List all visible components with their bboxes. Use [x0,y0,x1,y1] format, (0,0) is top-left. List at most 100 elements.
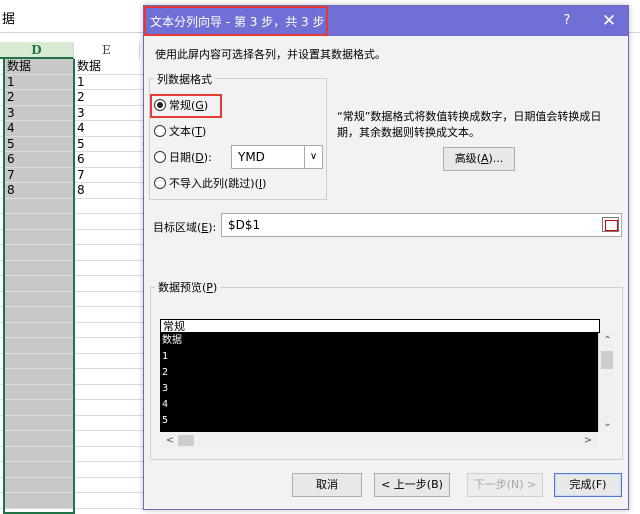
cell-e[interactable]: 数据 [74,59,144,74]
preview-column-header[interactable]: 常规 [160,319,600,333]
cell-e[interactable] [74,415,144,430]
advanced-button-label: 高级 [454,152,477,165]
cell-e[interactable] [74,291,144,306]
instruction-text: 使用此屏内容可选择各列，并设置其数据格式。 [155,48,386,61]
cell-e[interactable]: 5 [74,136,144,151]
format-group-legend: 列数据格式 [154,71,215,87]
column-header-d[interactable]: D [0,42,74,59]
cell-e[interactable]: 7 [74,167,144,182]
radio-date-label: 日期 [169,151,191,164]
text-to-columns-dialog: 文本分列向导 - 第 3 步，共 3 步 ? ✕ 使用此屏内容可选择各列，并设置… [143,5,629,510]
advanced-button[interactable]: 高级(A)... [443,147,515,171]
cell-e[interactable] [74,446,144,461]
radio-skip-icon[interactable] [154,177,166,189]
radio-text-icon[interactable] [154,125,166,137]
vertical-scroll-thumb[interactable] [601,351,613,369]
cell-d[interactable] [4,198,74,213]
cell-d[interactable] [4,462,74,477]
cell-d[interactable] [4,353,74,368]
cell-d[interactable] [4,245,74,260]
cancel-button[interactable]: 取消 [292,473,362,497]
radio-date[interactable]: 日期(D): [154,150,212,166]
date-format-select[interactable]: YMD ∨ [231,145,323,169]
cell-d[interactable]: 4 [4,121,74,136]
cell-d[interactable] [4,214,74,229]
cell-d[interactable]: 3 [4,105,74,120]
radio-skip[interactable]: 不导入此列(跳过)(I) [154,176,266,192]
cell-d[interactable] [4,493,74,508]
advanced-accesskey: A [480,152,489,165]
preview-vertical-scrollbar[interactable]: ⌃ ⌄ [598,333,615,432]
back-button[interactable]: < 上一步(B) [374,473,450,497]
cell-d[interactable]: 2 [4,90,74,105]
cell-e[interactable] [74,369,144,384]
cell-e[interactable] [74,431,144,446]
horizontal-scroll-thumb[interactable] [178,435,194,446]
cell-d[interactable] [4,276,74,291]
scroll-up-icon[interactable]: ⌃ [599,333,616,349]
finish-button[interactable]: 完成(F) [554,473,622,497]
chevron-down-icon[interactable]: ∨ [304,146,322,168]
cell-e[interactable] [74,214,144,229]
cell-d[interactable] [4,384,74,399]
sheet-row [0,198,145,214]
cell-e[interactable]: 4 [74,121,144,136]
sheet-row [0,214,145,230]
cell-e[interactable]: 3 [74,105,144,120]
cell-e[interactable]: 6 [74,152,144,167]
cell-d[interactable] [4,446,74,461]
cell-d[interactable] [4,260,74,275]
preview-horizontal-scrollbar[interactable]: < > [160,432,598,449]
sheet-row [0,431,145,447]
cell-d[interactable] [4,229,74,244]
column-header-e[interactable]: E [74,42,140,59]
cell-e[interactable] [74,400,144,415]
cell-e[interactable] [74,477,144,492]
cell-e[interactable] [74,338,144,353]
cell-d[interactable] [4,322,74,337]
cell-e[interactable] [74,307,144,322]
radio-text[interactable]: 文本(T) [154,124,206,140]
cell-e[interactable]: 1 [74,74,144,89]
cell-d[interactable]: 8 [4,183,74,198]
next-button[interactable]: 下一步(N) > [467,473,543,497]
cell-d[interactable]: 数据 [4,59,74,74]
radio-text-accesskey: T [195,125,203,138]
cell-e[interactable] [74,276,144,291]
cell-d[interactable]: 6 [4,152,74,167]
cell-e[interactable] [74,198,144,213]
cell-e[interactable] [74,229,144,244]
cell-d[interactable] [4,415,74,430]
cell-e[interactable] [74,353,144,368]
cell-d[interactable]: 1 [4,74,74,89]
dialog-titlebar[interactable]: 文本分列向导 - 第 3 步，共 3 步 ? ✕ [144,6,628,36]
preview-line: 3 [162,383,169,394]
cell-d[interactable] [4,431,74,446]
cell-d[interactable] [4,400,74,415]
cell-e[interactable] [74,384,144,399]
close-icon[interactable]: ✕ [598,10,620,32]
destination-input[interactable]: $D$1 [221,213,622,237]
cell-d[interactable] [4,307,74,322]
preview-pane[interactable]: 数据 1 2 3 4 5 [160,333,598,432]
cell-d[interactable] [4,477,74,492]
cell-e[interactable] [74,462,144,477]
cell-e[interactable] [74,322,144,337]
cell-e[interactable] [74,245,144,260]
cell-d[interactable]: 7 [4,167,74,182]
cell-d[interactable] [4,291,74,306]
range-select-icon[interactable] [602,217,619,232]
cell-e[interactable] [74,493,144,508]
cell-d[interactable] [4,369,74,384]
help-button[interactable]: ? [556,10,578,32]
radio-date-icon[interactable] [154,151,166,163]
sheet-row [0,400,145,416]
scroll-right-icon[interactable]: > [580,432,596,449]
scroll-left-icon[interactable]: < [162,432,178,449]
scroll-down-icon[interactable]: ⌄ [599,416,616,432]
cell-d[interactable]: 5 [4,136,74,151]
cell-e[interactable]: 2 [74,90,144,105]
cell-d[interactable] [4,338,74,353]
cell-e[interactable]: 8 [74,183,144,198]
cell-e[interactable] [74,260,144,275]
